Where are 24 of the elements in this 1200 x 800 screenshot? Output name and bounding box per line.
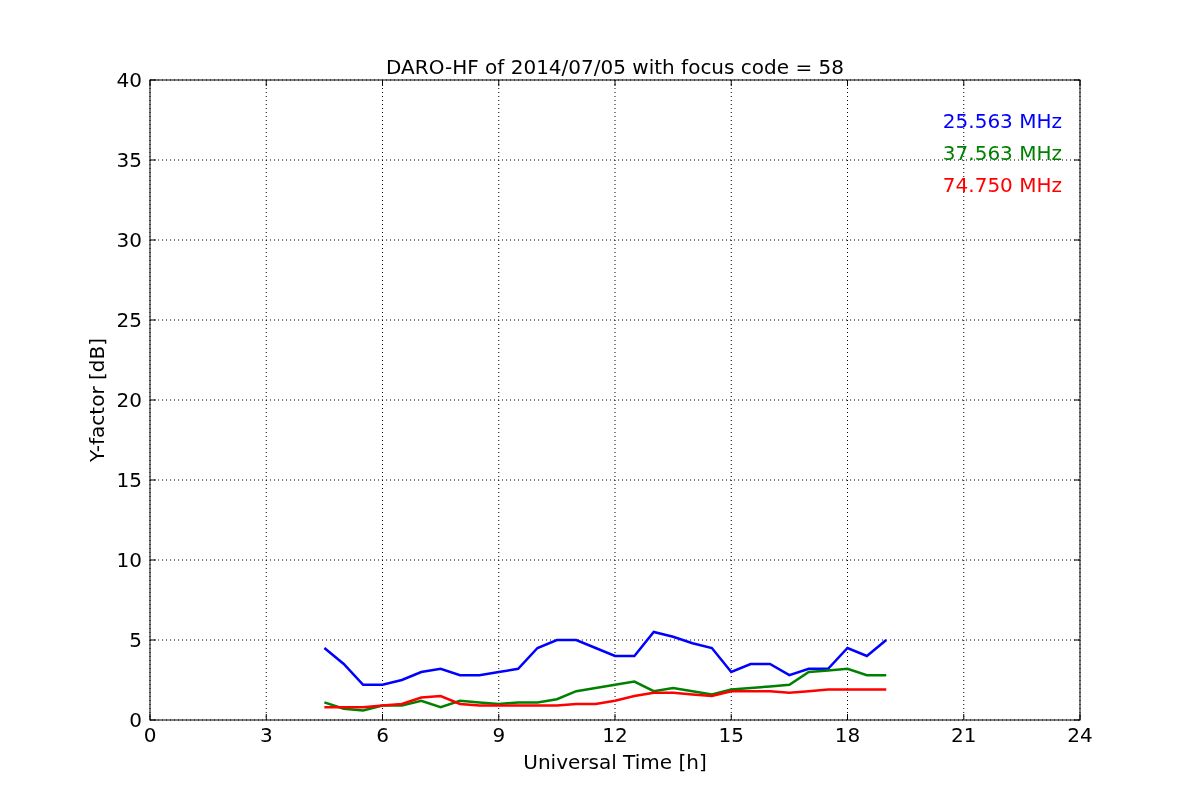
- tick-label: 40: [116, 68, 142, 92]
- tick-label: 15: [116, 468, 142, 492]
- tick-label: 0: [143, 723, 157, 747]
- axis-label: Y-factor [dB]: [85, 338, 109, 462]
- tick-label: 6: [376, 723, 389, 747]
- tick-label: 12: [602, 723, 628, 747]
- tick-label: 3: [259, 723, 273, 747]
- tick-label: 24: [1067, 723, 1093, 747]
- tick-label: 10: [116, 548, 142, 572]
- tick-label: 21: [951, 723, 977, 747]
- legend-label: 37.563 MHz: [942, 141, 1062, 165]
- tick-label: 30: [116, 228, 142, 252]
- tick-label: 0: [129, 708, 142, 732]
- chart-title: DARO-HF of 2014/07/05 with focus code = 58: [386, 55, 844, 79]
- legend-label: 25.563 MHz: [942, 109, 1062, 133]
- legend-label: 74.750 MHz: [942, 173, 1062, 197]
- axis-label: Universal Time [h]: [523, 750, 707, 774]
- tick-label: 5: [129, 628, 142, 652]
- tick-label: 9: [492, 723, 506, 747]
- tick-label: 15: [718, 723, 744, 747]
- tick-label: 18: [834, 723, 861, 747]
- tick-label: 25: [116, 308, 142, 332]
- tick-label: 20: [116, 388, 142, 412]
- tick-label: 35: [116, 148, 142, 172]
